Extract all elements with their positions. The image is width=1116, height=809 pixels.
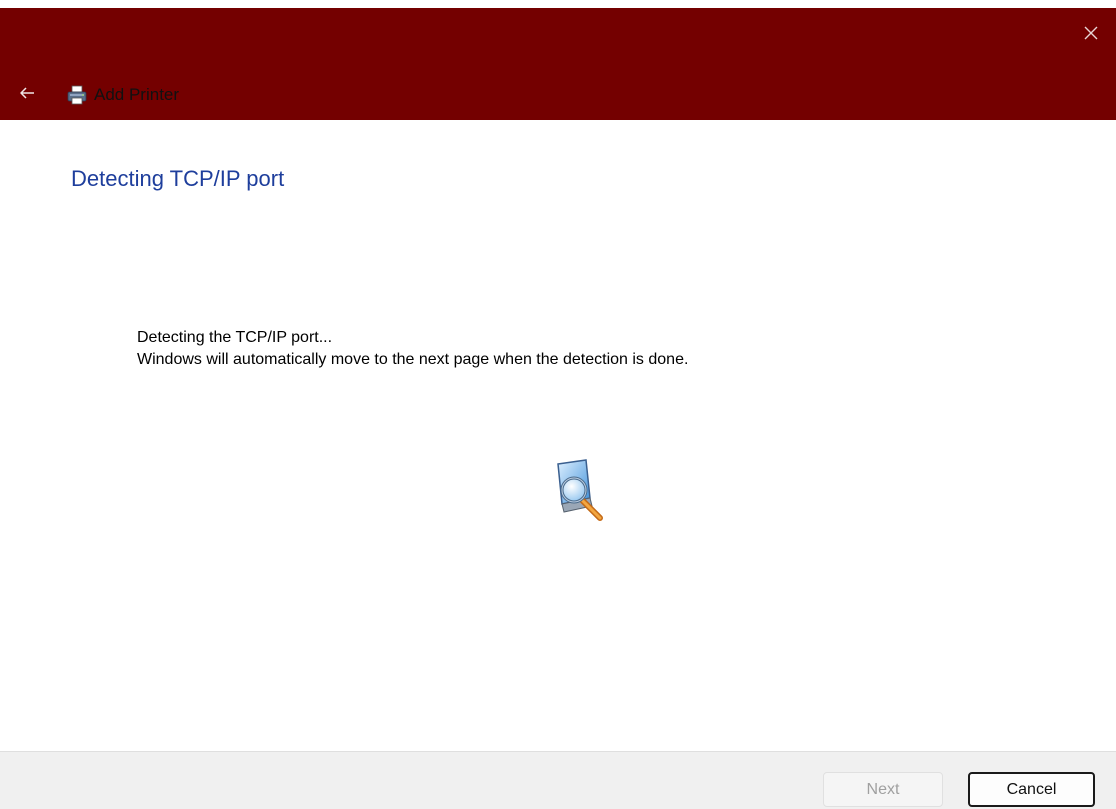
cancel-button[interactable]: Cancel [968,772,1095,807]
title-bar: Add Printer [0,8,1116,120]
status-message: Detecting the TCP/IP port... Windows wil… [137,327,688,371]
search-computer-icon [557,459,603,521]
window-top-strip [0,0,1116,8]
wizard-footer: Next Cancel [0,751,1116,809]
window-title: Add Printer [94,85,180,104]
close-icon [1084,26,1098,40]
page-title: Detecting TCP/IP port [71,166,285,191]
next-button[interactable]: Next [823,772,943,807]
add-printer-window: Add Printer Detecting TCP/IP port Detect… [0,0,1116,809]
back-arrow-icon [20,87,34,99]
printer-icon [67,85,87,105]
status-line-info: Windows will automatically move to the n… [137,351,689,368]
status-line-detecting: Detecting the TCP/IP port... [137,329,333,346]
close-button[interactable] [1074,16,1108,50]
back-button[interactable] [10,76,44,110]
